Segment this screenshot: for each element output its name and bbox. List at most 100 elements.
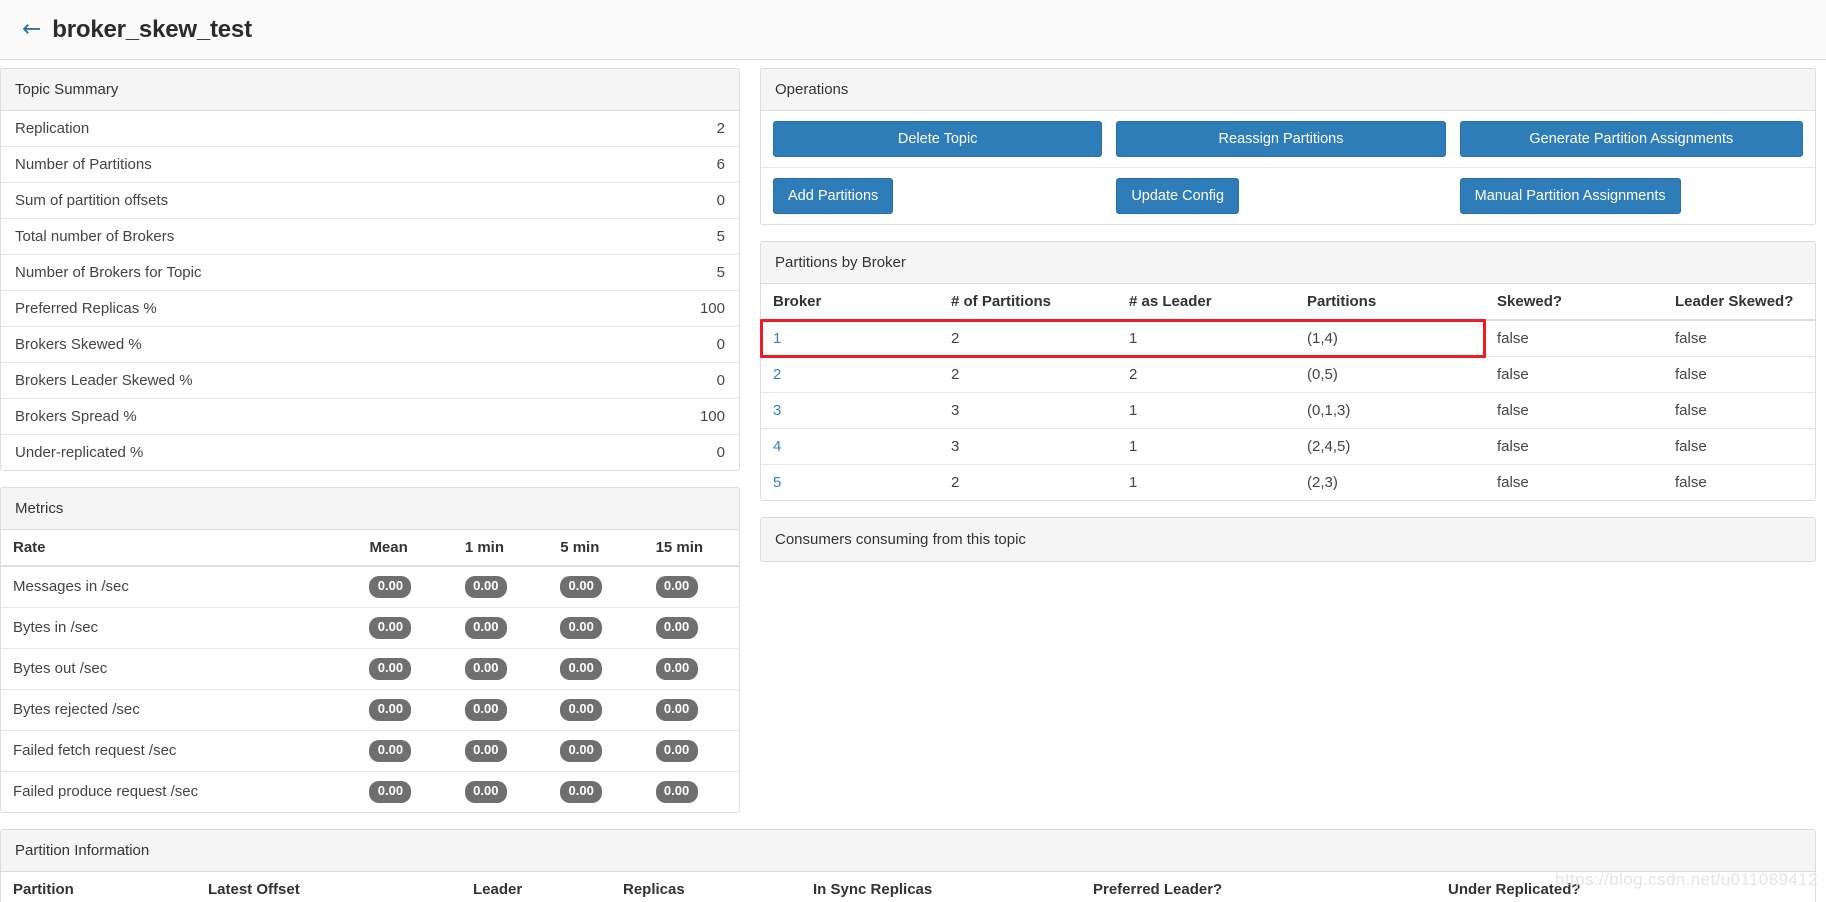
summary-value: 2 [609, 111, 739, 147]
broker-as-leader: 2 [1117, 357, 1295, 393]
summary-value: 0 [609, 183, 739, 219]
summary-row: Sum of partition offsets0 [1, 183, 739, 219]
metric-badge: 0.00 [656, 699, 698, 721]
broker-table-row: 222(0,5)falsefalse [761, 357, 1815, 393]
add-partitions-button[interactable]: Add Partitions [773, 178, 893, 214]
content-columns: Topic Summary Replication2Number of Part… [0, 60, 1826, 829]
broker-partitions: (2,4,5) [1295, 429, 1485, 465]
col-replicas: Replicas [611, 872, 801, 902]
metric-value-cell: 0.00 [357, 607, 452, 648]
col-as-leader: # as Leader [1117, 284, 1295, 320]
metric-name: Bytes in /sec [1, 607, 357, 648]
partition-information-table: Partition Latest Offset Leader Replicas … [1, 872, 1815, 902]
broker-partitions: (0,5) [1295, 357, 1485, 393]
metric-value-cell: 0.00 [453, 689, 548, 730]
partition-information-panel: Partition Information Partition Latest O… [0, 829, 1816, 902]
broker-leader-skewed: false [1663, 429, 1815, 465]
topic-summary-title: Topic Summary [1, 69, 739, 111]
col-skewed: Skewed? [1485, 284, 1663, 320]
metric-value-cell: 0.00 [644, 689, 739, 730]
broker-link[interactable]: 2 [773, 366, 781, 383]
page-header: ← broker_skew_test [0, 0, 1826, 60]
col-pi-leader: Leader [461, 872, 611, 902]
metric-value-cell: 0.00 [548, 689, 643, 730]
consumers-panel: Consumers consuming from this topic [760, 517, 1816, 562]
operations-panel: Operations Delete TopicReassign Partitio… [760, 68, 1816, 225]
summary-value: 5 [609, 255, 739, 291]
broker-leader-skewed: false [1663, 357, 1815, 393]
broker-table-row: 521(2,3)falsefalse [761, 465, 1815, 501]
broker-link[interactable]: 4 [773, 438, 781, 455]
metric-value-cell: 0.00 [548, 648, 643, 689]
operations-row: Add Partitions Update Config Manual Partit… [761, 167, 1815, 224]
metrics-row: Messages in /sec0.000.000.000.00 [1, 566, 739, 607]
summary-value: 0 [609, 363, 739, 399]
generate-partition-assignments-button[interactable]: Generate Partition Assignments [1460, 121, 1803, 157]
metrics-col-1min: 1 min [453, 530, 548, 566]
summary-row: Number of Partitions6 [1, 147, 739, 183]
broker-table-row: 431(2,4,5)falsefalse [761, 429, 1815, 465]
metrics-col-mean: Mean [357, 530, 452, 566]
col-latest-offset: Latest Offset [196, 872, 461, 902]
broker-id-cell: 3 [761, 393, 939, 429]
broker-link[interactable]: 1 [773, 330, 781, 347]
broker-leader-skewed: false [1663, 320, 1815, 357]
summary-value: 5 [609, 219, 739, 255]
broker-skewed: false [1485, 465, 1663, 501]
partition-information-header-row: Partition Latest Offset Leader Replicas … [1, 872, 1815, 902]
metric-name: Bytes out /sec [1, 648, 357, 689]
col-preferred-leader: Preferred Leader? [1081, 872, 1436, 902]
metric-badge: 0.00 [560, 781, 602, 803]
broker-partitions: (0,1,3) [1295, 393, 1485, 429]
metric-value-cell: 0.00 [644, 607, 739, 648]
delete-topic-button[interactable]: Delete Topic [773, 121, 1102, 157]
metrics-row: Bytes out /sec0.000.000.000.00 [1, 648, 739, 689]
left-column: Topic Summary Replication2Number of Part… [0, 60, 750, 829]
summary-label: Number of Brokers for Topic [1, 255, 609, 291]
metric-name: Bytes rejected /sec [1, 689, 357, 730]
broker-id-cell: 2 [761, 357, 939, 393]
arrow-left-icon[interactable]: ← [22, 18, 41, 41]
operations-cell: Manual Partition Assignments [1460, 178, 1803, 214]
summary-label: Replication [1, 111, 609, 147]
col-leader-skewed: Leader Skewed? [1663, 284, 1815, 320]
metric-badge: 0.00 [369, 658, 411, 680]
summary-row: Brokers Leader Skewed %0 [1, 363, 739, 399]
metric-value-cell: 0.00 [357, 689, 452, 730]
broker-link[interactable]: 3 [773, 402, 781, 419]
metric-value-cell: 0.00 [644, 771, 739, 811]
metrics-title: Metrics [1, 488, 739, 530]
summary-label: Brokers Skewed % [1, 327, 609, 363]
metric-value-cell: 0.00 [453, 730, 548, 771]
metric-value-cell: 0.00 [644, 648, 739, 689]
metric-badge: 0.00 [656, 576, 698, 598]
metric-badge: 0.00 [656, 781, 698, 803]
metric-value-cell: 0.00 [548, 566, 643, 607]
metrics-col-5min: 5 min [548, 530, 643, 566]
manual-partition-assignments-button[interactable]: Manual Partition Assignments [1460, 178, 1681, 214]
topic-summary-table: Replication2Number of Partitions6Sum of … [1, 111, 739, 470]
metric-value-cell: 0.00 [357, 566, 452, 607]
operations-cell: Delete Topic [773, 121, 1116, 157]
broker-num-partitions: 2 [939, 320, 1117, 357]
metrics-row: Bytes in /sec0.000.000.000.00 [1, 607, 739, 648]
broker-partitions: (2,3) [1295, 465, 1485, 501]
metrics-header-row: Rate Mean 1 min 5 min 15 min [1, 530, 739, 566]
broker-table-row: 121(1,4)falsefalse [761, 320, 1815, 357]
broker-link[interactable]: 5 [773, 474, 781, 491]
metric-badge: 0.00 [369, 740, 411, 762]
metrics-row: Bytes rejected /sec0.000.000.000.00 [1, 689, 739, 730]
broker-skewed: false [1485, 357, 1663, 393]
update-config-button[interactable]: Update Config [1116, 178, 1239, 214]
summary-value: 0 [609, 327, 739, 363]
col-num-partitions: # of Partitions [939, 284, 1117, 320]
metric-badge: 0.00 [656, 617, 698, 639]
col-partitions: Partitions [1295, 284, 1485, 320]
metric-badge: 0.00 [369, 781, 411, 803]
summary-label: Sum of partition offsets [1, 183, 609, 219]
reassign-partitions-button[interactable]: Reassign Partitions [1116, 121, 1445, 157]
broker-skewed: false [1485, 393, 1663, 429]
metric-value-cell: 0.00 [357, 771, 452, 811]
summary-row: Preferred Replicas %100 [1, 291, 739, 327]
broker-skewed: false [1485, 320, 1663, 357]
